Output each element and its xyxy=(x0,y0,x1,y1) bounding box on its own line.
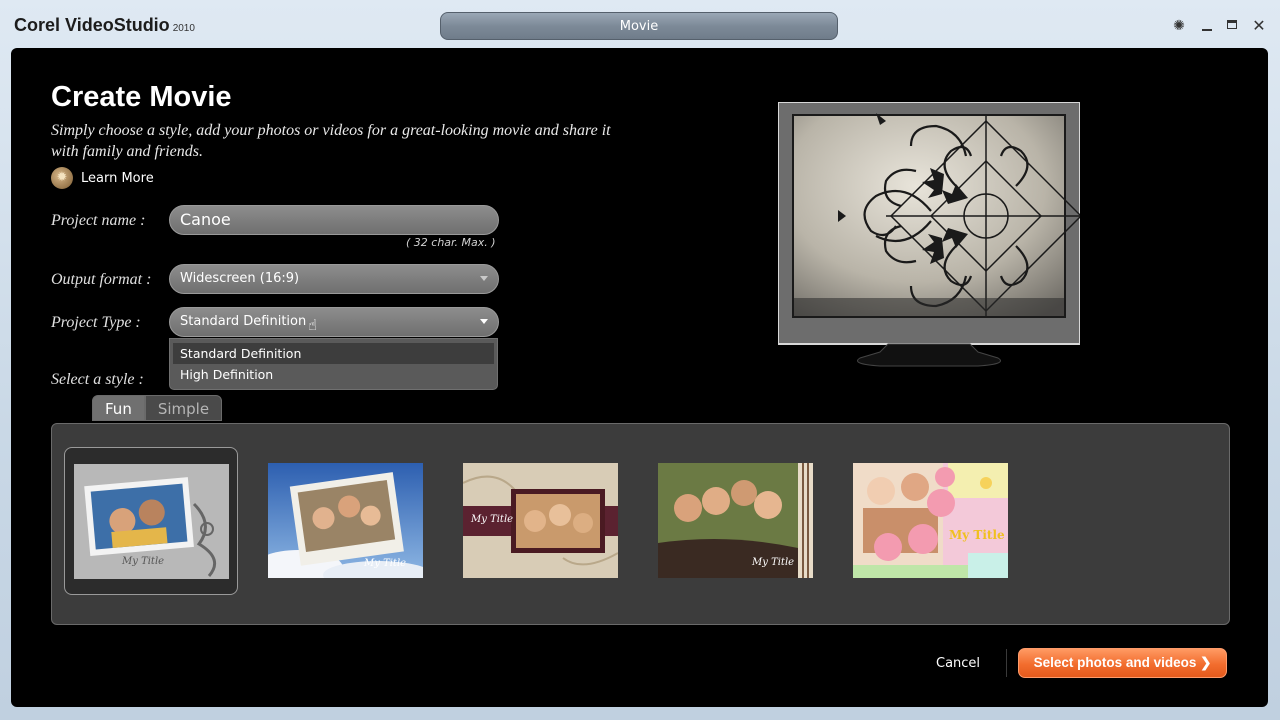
char-limit-note: ( 32 char. Max. ) xyxy=(406,236,496,249)
select-style-label: Select a style : xyxy=(51,371,144,388)
chevron-down-icon xyxy=(480,276,488,281)
select-photos-videos-button[interactable]: Select photos and videos ❯ xyxy=(1018,648,1227,678)
app-title: Corel VideoStudio 2010 xyxy=(14,15,195,36)
output-format-label: Output format : xyxy=(51,271,152,288)
minimize-button[interactable] xyxy=(1198,17,1216,35)
project-name-value: Canoe xyxy=(180,210,231,229)
chevron-down-icon xyxy=(480,319,488,324)
style-thumbnail-4[interactable]: My Title xyxy=(658,447,832,595)
project-type-value: Standard Definition xyxy=(180,314,307,329)
app-name: Corel VideoStudio xyxy=(14,15,170,35)
style-gallery: My Title My Title My Title My Title My T… xyxy=(51,423,1230,625)
tab-fun[interactable]: Fun xyxy=(92,395,145,421)
page-title: Create Movie xyxy=(51,81,232,113)
tv-preview-image xyxy=(777,101,1086,367)
style-caption-4: My Title xyxy=(752,557,795,568)
tab-simple[interactable]: Simple xyxy=(144,395,223,421)
app-version: 2010 xyxy=(172,23,195,34)
close-button[interactable]: ✕ xyxy=(1250,17,1268,35)
dropdown-option-standard[interactable]: Standard Definition xyxy=(173,343,494,364)
output-format-select[interactable]: Widescreen (16:9) xyxy=(169,264,499,294)
project-type-label: Project Type : xyxy=(51,314,141,331)
learn-more-label: Learn More xyxy=(81,170,154,186)
hand-cursor-icon: ☝ xyxy=(308,316,318,334)
style-thumbnail-5[interactable]: My Title xyxy=(853,447,1027,595)
style-caption-2: My Title xyxy=(364,558,407,569)
project-type-dropdown: Standard Definition High Definition xyxy=(169,338,498,390)
cancel-button[interactable]: Cancel xyxy=(936,656,980,671)
style-caption-5: My Title xyxy=(949,528,1005,542)
settings-icon[interactable]: ✺ xyxy=(1170,17,1188,35)
project-name-label: Project name : xyxy=(51,212,146,229)
style-caption-1: My Title xyxy=(122,556,165,567)
style-tabs: Fun Simple xyxy=(92,395,223,421)
page-subtitle: Simply choose a style, add your photos o… xyxy=(51,122,611,160)
create-movie-panel: Create Movie Simply choose a style, add … xyxy=(11,48,1268,707)
style-thumbnail-2[interactable]: My Title xyxy=(268,447,442,595)
style-caption-3: My Title xyxy=(471,514,514,525)
project-type-select[interactable]: Standard Definition xyxy=(169,307,499,337)
style-thumbnail-3[interactable]: My Title xyxy=(463,447,637,595)
style-preview-tv xyxy=(777,101,1086,370)
divider xyxy=(1006,649,1007,677)
maximize-button[interactable] xyxy=(1224,17,1242,35)
style-thumbnail-1[interactable]: My Title xyxy=(64,447,238,595)
learn-more-icon xyxy=(51,167,73,189)
movie-mode-tab[interactable]: Movie xyxy=(440,12,838,40)
style-preview-image xyxy=(853,463,1008,578)
output-format-value: Widescreen (16:9) xyxy=(180,271,300,286)
learn-more-link[interactable]: Learn More xyxy=(51,167,154,189)
project-name-input[interactable]: Canoe xyxy=(169,205,499,235)
dropdown-option-high[interactable]: High Definition xyxy=(173,364,494,385)
title-bar: Corel VideoStudio 2010 Movie ✺ ✕ xyxy=(0,0,1280,50)
